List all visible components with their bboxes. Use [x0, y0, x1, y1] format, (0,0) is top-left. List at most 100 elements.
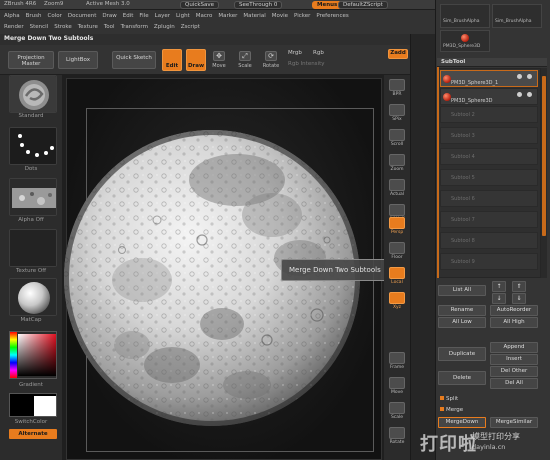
- frame-button[interactable]: Frame: [386, 350, 408, 374]
- menu-item[interactable]: Picker: [294, 11, 310, 21]
- move-button[interactable]: Move: [386, 375, 408, 399]
- alternate-button[interactable]: Alternate: [9, 429, 57, 439]
- secondary-color-swatch[interactable]: [34, 396, 56, 416]
- quick-sketch-button[interactable]: Quick Sketch: [112, 51, 156, 69]
- xyz-button[interactable]: Xyz: [386, 290, 408, 314]
- texture-thumb[interactable]: [9, 229, 57, 267]
- polypaint-icon[interactable]: [527, 74, 532, 79]
- rename-button[interactable]: Rename: [438, 305, 486, 316]
- subtool-scroll-thumb[interactable]: [542, 76, 546, 236]
- scale-button[interactable]: Scale: [386, 400, 408, 424]
- brush-alpha-item-2[interactable]: Sim_BrushAlpha: [492, 4, 542, 28]
- material-thumb[interactable]: [9, 278, 57, 316]
- list-all-button[interactable]: List All: [438, 285, 486, 296]
- moon-sphere-mesh[interactable]: [62, 130, 382, 460]
- merge-down-button[interactable]: MergeDown: [438, 417, 486, 428]
- menu-item[interactable]: Color: [48, 11, 62, 21]
- move-down-double-arrow-icon[interactable]: ⇓: [512, 293, 526, 304]
- alpha-thumb[interactable]: [9, 178, 57, 216]
- duplicate-button[interactable]: Duplicate: [438, 347, 486, 361]
- subtool-empty-slot[interactable]: Subtool 8: [440, 232, 538, 249]
- menu-item[interactable]: Zplugin: [154, 22, 175, 32]
- menu-item[interactable]: Alpha: [4, 11, 20, 21]
- menu-item[interactable]: Draw: [102, 11, 116, 21]
- menu-item[interactable]: Macro: [196, 11, 213, 21]
- hue-slider[interactable]: [10, 332, 17, 378]
- subtool-empty-slot[interactable]: Subtool 7: [440, 211, 538, 228]
- default-zscript-button[interactable]: DefaultZScript: [338, 1, 388, 9]
- menu-item[interactable]: Document: [68, 11, 97, 21]
- rgb-intensity-slider[interactable]: Rgb Intensity: [288, 61, 325, 67]
- subtool-empty-slot[interactable]: Subtool 9: [440, 253, 538, 270]
- visibility-eye-icon[interactable]: [517, 74, 522, 79]
- switchcolor-caption[interactable]: SwitchColor: [0, 419, 62, 425]
- menu-item[interactable]: Edit: [123, 11, 134, 21]
- menu-item[interactable]: Stencil: [30, 22, 49, 32]
- brush-thumb[interactable]: [9, 75, 57, 113]
- rotate-button[interactable]: ⟳ Rotate: [262, 51, 280, 71]
- all-low-button[interactable]: All Low: [438, 317, 486, 328]
- zoom-button[interactable]: Zoom: [386, 152, 408, 176]
- menu-item[interactable]: Render: [4, 22, 24, 32]
- subtool-header[interactable]: SubTool: [437, 58, 547, 67]
- rotate-button[interactable]: Rotate: [386, 425, 408, 449]
- merge-similar-button[interactable]: MergeSimilar: [490, 417, 538, 428]
- actual-button[interactable]: Actual: [386, 177, 408, 201]
- edit-button[interactable]: Edit: [162, 49, 182, 71]
- subtool-row[interactable]: PM3D_Sphere3D: [440, 88, 538, 105]
- menu-item[interactable]: Transform: [121, 22, 148, 32]
- rgb-button[interactable]: Rgb: [313, 50, 324, 56]
- floor-button[interactable]: Floor: [386, 240, 408, 264]
- mrgb-button[interactable]: Mrgb: [288, 50, 302, 56]
- delete-button[interactable]: Delete: [438, 371, 486, 385]
- switch-color-swatches[interactable]: [9, 393, 57, 417]
- subtool-empty-slot[interactable]: Subtool 2: [440, 106, 538, 123]
- menu-item[interactable]: Preferences: [316, 11, 348, 21]
- color-picker[interactable]: [9, 331, 57, 379]
- interface-transparency[interactable]: SeeThrough 0: [234, 1, 283, 9]
- menu-item[interactable]: Zscript: [181, 22, 200, 32]
- auto-reorder-button[interactable]: AutoReorder: [490, 305, 538, 316]
- del-other-button[interactable]: Del Other: [490, 366, 538, 377]
- zadd-button[interactable]: Zadd: [388, 49, 408, 59]
- subtool-scrollbar[interactable]: [541, 68, 547, 278]
- subtool-row-selected[interactable]: PM3D_Sphere3D_1: [440, 70, 538, 87]
- menu-item[interactable]: Light: [176, 11, 190, 21]
- brush-alpha-item-1[interactable]: Sim_BrushAlpha: [440, 4, 490, 28]
- subtool-empty-slot[interactable]: Subtool 6: [440, 190, 538, 207]
- saturation-value-box[interactable]: [18, 334, 56, 376]
- projection-master-button[interactable]: Projection Master: [8, 51, 54, 69]
- menu-item[interactable]: Brush: [26, 11, 42, 21]
- visibility-eye-icon[interactable]: [517, 92, 522, 97]
- move-up-double-arrow-icon[interactable]: ⇑: [512, 281, 526, 292]
- subtool-empty-slot[interactable]: Subtool 3: [440, 127, 538, 144]
- scroll-button[interactable]: Scroll: [386, 127, 408, 151]
- insert-button[interactable]: Insert: [490, 354, 538, 365]
- merge-section[interactable]: Merge: [440, 407, 463, 413]
- move-up-arrow-icon[interactable]: ↑: [492, 281, 506, 292]
- move-button[interactable]: ✥ Move: [210, 51, 228, 71]
- polypaint-icon[interactable]: [527, 92, 532, 97]
- menu-item[interactable]: Movie: [272, 11, 288, 21]
- quicksave-button[interactable]: QuickSave: [180, 1, 220, 9]
- draw-button[interactable]: Draw: [186, 49, 206, 71]
- scale-button[interactable]: ⤢ Scale: [236, 51, 254, 71]
- menu-item[interactable]: Texture: [78, 22, 98, 32]
- menu-item[interactable]: Layer: [155, 11, 170, 21]
- spix-button[interactable]: SPix: [386, 102, 408, 126]
- stroke-thumb[interactable]: [9, 127, 57, 165]
- persp-button[interactable]: Persp: [386, 215, 408, 239]
- split-section[interactable]: Split: [440, 396, 458, 402]
- menu-item[interactable]: Material: [243, 11, 265, 21]
- current-tool-thumb[interactable]: PM3D_Sphere3D: [440, 30, 490, 52]
- bpr-button[interactable]: BPR: [386, 77, 408, 101]
- menu-item[interactable]: File: [139, 11, 148, 21]
- lightbox-button[interactable]: LightBox: [58, 51, 98, 69]
- menu-item[interactable]: Stroke: [54, 22, 72, 32]
- del-all-button[interactable]: Del All: [490, 378, 538, 389]
- menu-item[interactable]: Marker: [218, 11, 237, 21]
- all-high-button[interactable]: All High: [490, 317, 538, 328]
- subtool-empty-slot[interactable]: Subtool 5: [440, 169, 538, 186]
- menu-item[interactable]: Tool: [104, 22, 115, 32]
- local-button[interactable]: Local: [386, 265, 408, 289]
